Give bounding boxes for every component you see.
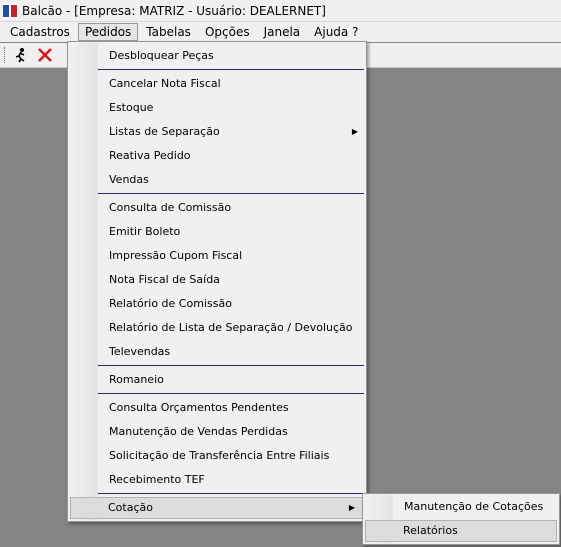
window-title: Balcão - [Empresa: MATRIZ - Usuário: DEA… <box>22 3 326 18</box>
menu-item-relatorios[interactable]: Relatórios <box>365 520 557 542</box>
menu-separator <box>98 393 364 394</box>
title-bar: Balcão - [Empresa: MATRIZ - Usuário: DEA… <box>0 0 561 22</box>
menu-item-estoque[interactable]: Estoque <box>68 97 366 119</box>
cotacao-submenu: Manutenção de Cotações Relatórios <box>362 493 560 545</box>
app-icon <box>2 2 18 19</box>
menu-separator <box>98 193 364 194</box>
toolbar-grip[interactable] <box>4 47 7 63</box>
close-x-icon[interactable] <box>35 45 55 65</box>
menu-item-cotacao[interactable]: Cotação ▶ <box>70 497 364 519</box>
menu-item-listas-de-separacao[interactable]: Listas de Separação ▶ <box>68 121 366 143</box>
menu-separator <box>98 69 364 70</box>
menu-item-impressao-cupom-fiscal[interactable]: Impressão Cupom Fiscal <box>68 245 366 267</box>
pedidos-dropdown-menu: Desbloquear Peças Cancelar Nota Fiscal E… <box>67 41 367 522</box>
submenu-arrow-icon: ▶ <box>351 127 358 136</box>
menu-item-romaneio[interactable]: Romaneio <box>68 369 366 391</box>
menu-item-relatorio-lista-separacao-devolucao[interactable]: Relatório de Lista de Separação / Devolu… <box>68 317 366 339</box>
exit-runner-icon[interactable] <box>11 45 31 65</box>
menu-item-manutencao-de-cotacoes[interactable]: Manutenção de Cotações <box>363 496 559 518</box>
menu-item-vendas[interactable]: Vendas <box>68 169 366 191</box>
menu-separator <box>98 493 364 494</box>
menu-item-televendas[interactable]: Televendas <box>68 341 366 363</box>
menu-item-relatorio-de-comissao[interactable]: Relatório de Comissão <box>68 293 366 315</box>
submenu-arrow-icon: ▶ <box>348 503 355 512</box>
menu-item-nota-fiscal-de-saida[interactable]: Nota Fiscal de Saída <box>68 269 366 291</box>
menu-item-desbloquear-pecas[interactable]: Desbloquear Peças <box>68 45 366 67</box>
menu-item-solicitacao-transferencia-filiais[interactable]: Solicitação de Transferência Entre Filia… <box>68 445 366 467</box>
menu-bar: Cadastros Pedidos Tabelas Opções Janela … <box>0 22 561 42</box>
menu-item-reativa-pedido[interactable]: Reativa Pedido <box>68 145 366 167</box>
menu-opcoes[interactable]: Opções <box>199 23 256 41</box>
menu-item-emitir-boleto[interactable]: Emitir Boleto <box>68 221 366 243</box>
menu-item-consulta-de-comissao[interactable]: Consulta de Comissão <box>68 197 366 219</box>
menu-cadastros[interactable]: Cadastros <box>4 23 76 41</box>
menu-ajuda[interactable]: Ajuda ? <box>308 23 364 41</box>
menu-janela[interactable]: Janela <box>258 23 307 41</box>
menu-tabelas[interactable]: Tabelas <box>140 23 197 41</box>
menu-item-manutencao-vendas-perdidas[interactable]: Manutenção de Vendas Perdidas <box>68 421 366 443</box>
menu-item-cancelar-nota-fiscal[interactable]: Cancelar Nota Fiscal <box>68 73 366 95</box>
menu-pedidos[interactable]: Pedidos <box>77 23 139 41</box>
menu-item-recebimento-tef[interactable]: Recebimento TEF <box>68 469 366 491</box>
menu-separator <box>98 365 364 366</box>
menu-item-consulta-orcamentos-pendentes[interactable]: Consulta Orçamentos Pendentes <box>68 397 366 419</box>
